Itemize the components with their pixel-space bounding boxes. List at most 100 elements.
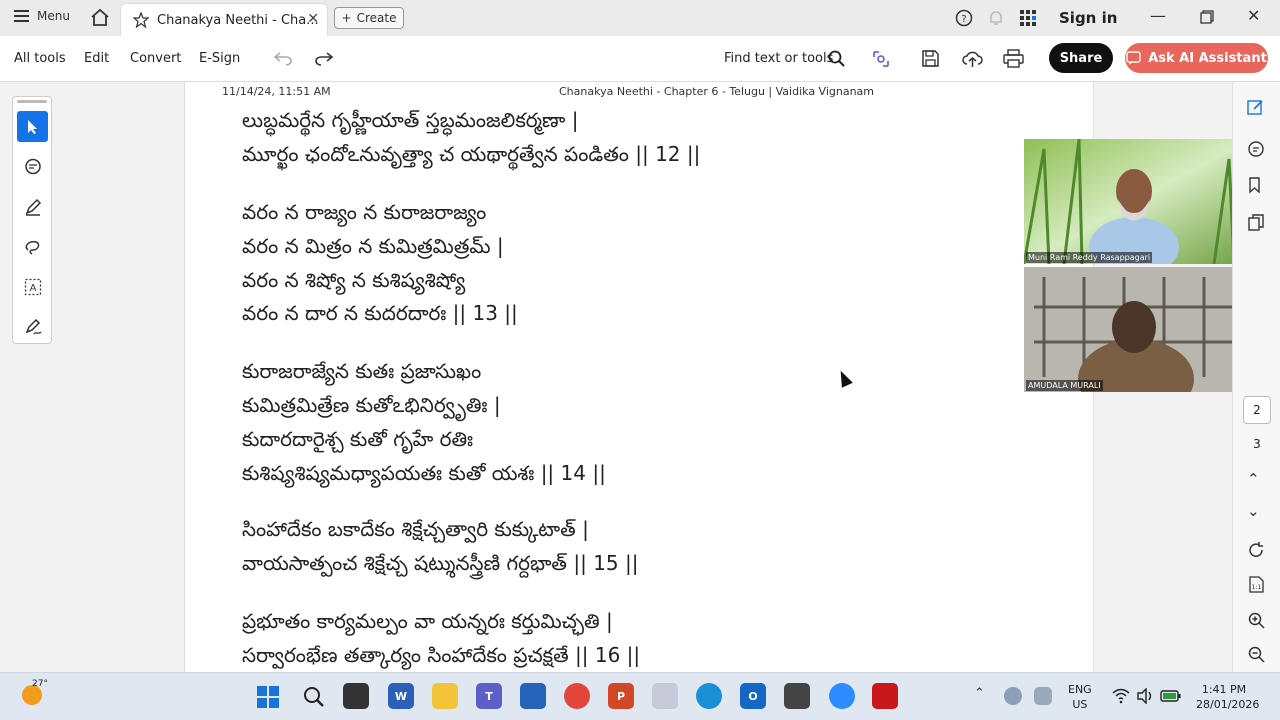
cursor-arrow-icon [27,119,37,134]
pdf-page[interactable]: 11/14/24, 11:51 AM Chanakya Neethi - Cha… [184,82,1094,672]
verse-line: మూర్ఖం ఛందోఽనువృత్త్యా చ యథార్థత్వేన పండ… [242,142,701,166]
svg-text:A: A [29,283,36,294]
show-hidden-icons-chevron[interactable]: ⌃ [974,686,985,701]
close-window-icon[interactable]: ✕ [1247,6,1260,25]
verse-line: కుశిష్యశిష్యమధ్యాపయతః కుతో యశః || 14 || [242,461,606,485]
redo-icon[interactable] [314,50,334,66]
zoom-in-icon[interactable] [1248,612,1265,629]
search-icon[interactable] [828,50,846,68]
zoom-out-icon[interactable] [1248,646,1265,663]
verse-line: వాయసాత్పంచ శిక్షేచ్చ షట్శునస్త్రీణి గర్ద… [242,551,639,575]
powerpoint-icon[interactable]: P [608,683,634,709]
file-explorer-icon[interactable] [432,683,458,709]
sign-in-link[interactable]: Sign in [1059,9,1117,27]
network-status-icon[interactable] [1004,687,1022,705]
highlight-tool-button[interactable] [17,191,48,222]
comment-tool-button[interactable] [17,151,48,182]
snipping-tool-icon[interactable] [652,683,678,709]
rail-grip[interactable] [17,100,47,103]
participant-1-name: Muni Rami Reddy Rasappagari [1026,252,1153,263]
bookmarks-icon[interactable] [1247,176,1265,194]
all-tools-menu[interactable]: All tools [14,51,66,66]
save-icon[interactable] [921,49,940,68]
wifi-icon[interactable] [1112,688,1130,704]
find-text-or-tools[interactable]: Find text or tools [724,51,833,66]
verse-line: కుమిత్రమిత్రేణ కుతోఽభినిర్వృతిః | [242,393,501,417]
draw-tool-button[interactable] [17,231,48,262]
edit-menu[interactable]: Edit [84,51,109,66]
page-header-title: Chanakya Neethi - Chapter 6 - Telugu | V… [559,85,875,98]
minimize-icon[interactable]: — [1150,6,1166,25]
outlook-icon[interactable]: O [740,683,766,709]
actual-size-icon[interactable]: 1:1 [1248,576,1265,593]
svg-text:1:1: 1:1 [1252,584,1262,591]
video-tile-participant-2[interactable]: AMUDALA MURALI [1024,267,1248,392]
ai-tools-icon[interactable] [871,49,891,69]
store-icon[interactable] [520,683,546,709]
chrome-icon[interactable] [564,683,590,709]
apps-grid-icon[interactable] [1019,9,1037,27]
right-rail: 2 3 ⌃ ⌄ 1:1 [1232,82,1280,672]
participant-1-video [1024,139,1248,264]
clock-time: 1:41 PM [1201,683,1247,696]
refresh-icon[interactable] [1248,542,1265,559]
create-label: Create [356,11,397,25]
pages-thumbnails-icon[interactable] [1247,214,1265,232]
help-icon[interactable]: ? [955,9,973,27]
upload-cloud-icon[interactable] [962,49,983,68]
video-tile-participant-1[interactable]: Muni Rami Reddy Rasappagari [1024,139,1248,264]
app-icon[interactable] [784,683,810,709]
page-number-current[interactable]: 2 [1243,396,1271,424]
hamburger-icon [14,10,29,22]
text-recognition-tool-button[interactable]: A [17,271,48,302]
esign-menu[interactable]: E-Sign [199,51,240,66]
restore-icon[interactable] [1200,10,1214,24]
battery-icon[interactable] [1160,689,1182,703]
document-tab[interactable]: Chanakya Neethi - Cha... ✕ [120,3,328,36]
convert-menu[interactable]: Convert [130,51,181,66]
select-tool-button[interactable] [17,111,48,142]
main-toolbar: All tools Edit Convert E-Sign Find text … [0,36,1280,82]
microphone-icon[interactable] [1034,687,1052,705]
teams-icon[interactable]: T [476,683,502,709]
zoom-icon[interactable] [829,683,855,709]
volume-icon[interactable] [1136,688,1154,704]
close-tab-icon[interactable]: ✕ [307,11,319,27]
home-icon[interactable] [90,8,110,27]
print-icon[interactable] [1003,49,1024,68]
page-number-next[interactable]: 3 [1243,430,1271,458]
title-bar: Menu Chanakya Neethi - Cha... ✕ + Create… [0,0,1280,36]
comments-panel-icon[interactable] [1247,140,1265,158]
language-indicator[interactable]: ENG US [1068,682,1092,712]
sign-tool-button[interactable] [17,311,48,342]
signature-pen-icon [25,318,41,334]
edge-icon[interactable] [696,683,722,709]
verse-line: వరం న దార న కుదరదారః || 13 || [242,301,518,325]
lasso-icon [25,240,39,255]
verse-line: కురాజరాజ్యేన కుతః ప్రజాసుఖం [242,359,482,383]
taskbar-search-icon[interactable] [302,685,326,709]
acrobat-icon[interactable] [872,683,898,709]
text-select-icon: A [24,278,41,295]
windows-taskbar: 27° W T P O ⌃ ENG US 1:41 PM 28/01/2026 [0,672,1280,720]
previous-page-icon[interactable]: ⌃ [1247,470,1260,488]
ai-assistant-icon [1126,51,1141,65]
svg-text:?: ? [961,14,966,25]
notification-bell-icon[interactable] [987,9,1005,27]
word-icon[interactable]: W [388,683,414,709]
tab-title: Chanakya Neethi - Cha... [157,12,319,28]
ask-ai-assistant-button[interactable]: Ask AI Assistant [1125,43,1268,73]
keyboard-region: US [1072,698,1088,711]
ai-edit-icon[interactable] [1247,98,1265,116]
verse-line: వరం న రాజ్యం న కురాజరాజ్యం [242,200,487,224]
task-view-icon[interactable] [343,683,369,709]
clock[interactable]: 1:41 PM 28/01/2026 [1196,682,1259,712]
share-button[interactable]: Share [1049,43,1113,73]
create-button[interactable]: + Create [334,7,404,29]
windows-start-icon[interactable] [256,685,280,709]
star-icon[interactable] [133,12,149,28]
weather-temperature: 27° [32,679,48,689]
undo-icon[interactable] [273,50,293,66]
menu-button[interactable]: Menu [14,9,70,23]
next-page-icon[interactable]: ⌄ [1247,502,1260,520]
